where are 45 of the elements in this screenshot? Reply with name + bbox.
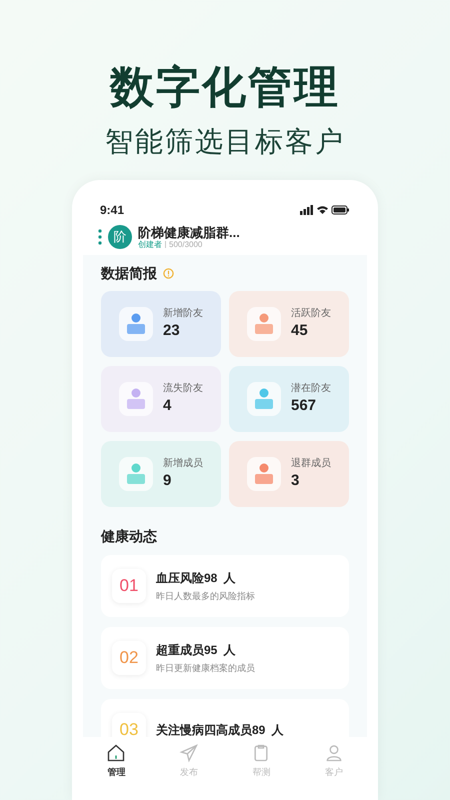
tab-item[interactable]: 管理	[80, 743, 152, 783]
stat-value: 23	[163, 321, 181, 341]
health-card[interactable]: 02 超重成员95 人 昨日更新健康档案的成员	[101, 627, 349, 689]
group-name: 阶梯健康减脂群...	[138, 224, 240, 240]
health-card[interactable]: 01 血压风险98 人 昨日人数最多的风险指标	[101, 555, 349, 617]
rank-badge: 01	[112, 569, 146, 603]
more-icon[interactable]	[98, 229, 102, 245]
stat-card[interactable]: 退群成员 3	[229, 441, 349, 507]
stat-card[interactable]: 潜在阶友 567	[229, 366, 349, 432]
stat-label: 退群成员	[291, 457, 331, 471]
group-role: 创建者	[138, 240, 162, 250]
status-icons-drawing	[300, 205, 350, 215]
home-icon	[106, 743, 126, 763]
section-title: 数据简报	[101, 264, 157, 282]
stat-label: 流失阶友	[163, 382, 203, 396]
stat-label: 活跃阶友	[291, 307, 331, 321]
health-subtitle: 昨日更新健康档案的成员	[156, 662, 255, 674]
stat-label: 新增阶友	[163, 307, 203, 321]
stat-card[interactable]: 新增成员 9	[101, 441, 221, 507]
health-title: 超重成员95 人	[156, 642, 236, 656]
group-avatar: 阶	[108, 225, 132, 249]
user-icon	[324, 743, 344, 763]
stat-card[interactable]: 新增阶友 23	[101, 291, 221, 357]
stat-value: 45	[291, 321, 309, 341]
rank-badge: 02	[112, 641, 146, 675]
health-title: 血压风险98 人	[156, 570, 236, 584]
status-time: 9:41	[100, 202, 124, 219]
stat-label: 潜在阶友	[291, 382, 331, 396]
member-count: 500/3000	[169, 240, 202, 250]
rank-badge: 03	[112, 713, 146, 737]
headline: 数字化管理	[110, 62, 340, 114]
stat-value: 567	[291, 396, 318, 416]
health-card[interactable]: 03 关注慢病四高成员89 人	[101, 699, 349, 737]
stat-card[interactable]: 流失阶友 4	[101, 366, 221, 432]
health-title: 关注慢病四高成员89 人	[156, 723, 284, 737]
paper-plane-icon	[178, 743, 199, 763]
stat-card[interactable]: 活跃阶友 45	[229, 291, 349, 357]
section-title: 健康动态	[101, 527, 158, 545]
subheadline: 智能筛选目标客户	[105, 125, 345, 159]
stat-value: 4	[163, 396, 172, 416]
stat-value: 9	[163, 471, 172, 491]
info-icon[interactable]	[163, 268, 174, 278]
stat-label: 新增成员	[163, 457, 203, 471]
stat-value: 3	[291, 471, 300, 491]
health-subtitle: 昨日人数最多的风险指标	[156, 590, 255, 602]
